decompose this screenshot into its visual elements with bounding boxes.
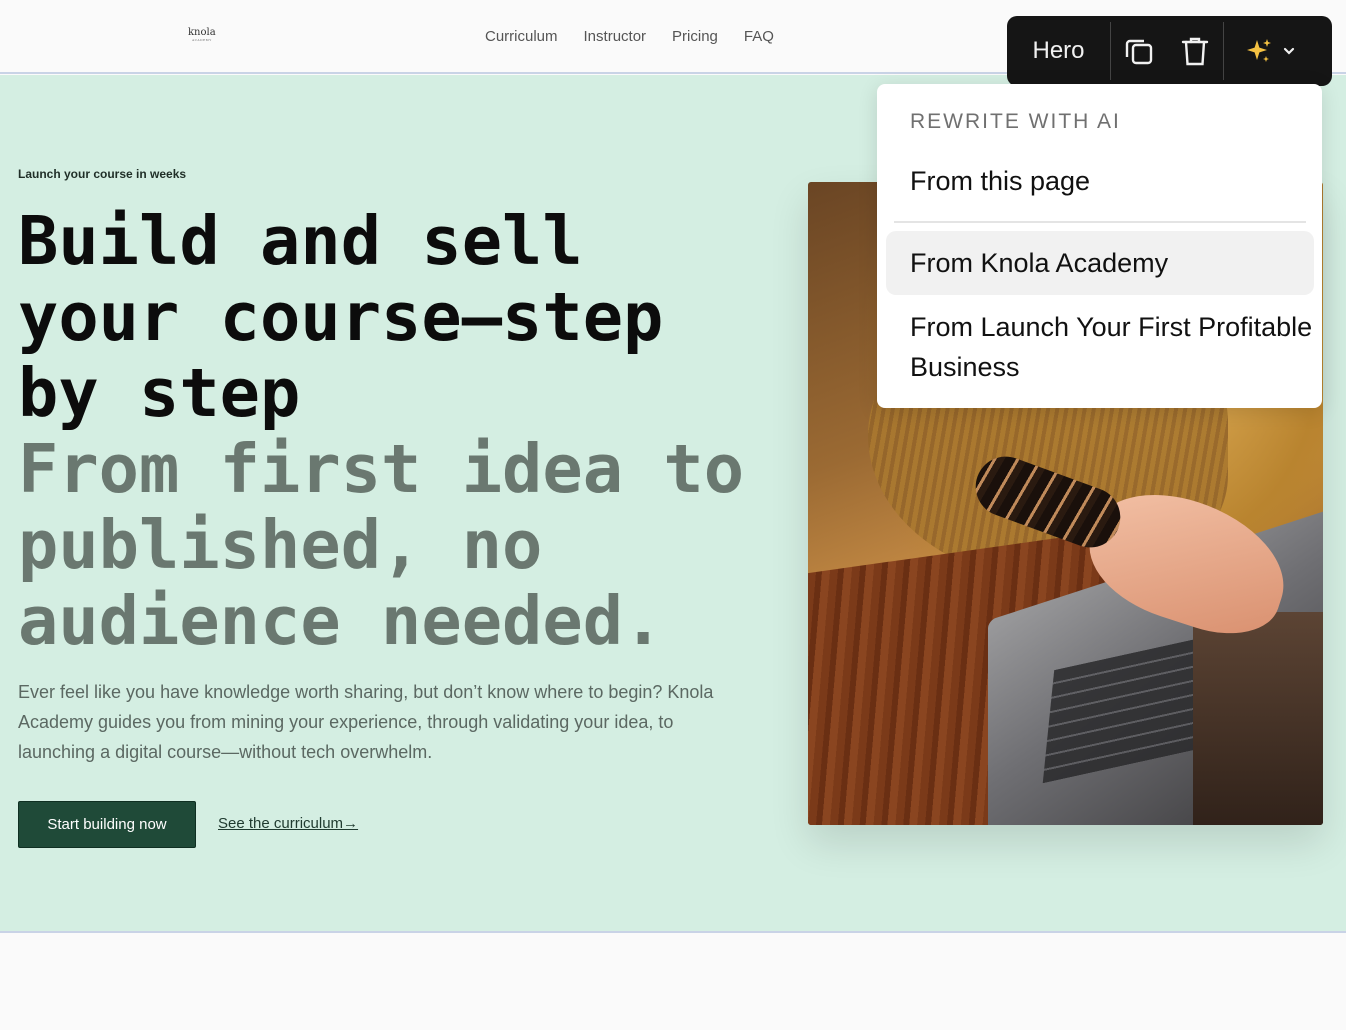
menu-header: REWRITE WITH AI [910,110,1121,133]
nav-link-faq[interactable]: FAQ [744,27,774,47]
main-nav: Curriculum Instructor Pricing FAQ [485,27,774,47]
logo[interactable]: knola ACADEMY [188,27,216,43]
ai-rewrite-button[interactable] [1224,16,1316,86]
duplicate-button[interactable] [1111,16,1167,86]
ai-rewrite-menu: REWRITE WITH AI From this page From Knol… [877,84,1322,408]
image-laptop-lid [1193,612,1323,825]
hero-subheadline: From first idea to published, no audienc… [18,430,745,660]
nav-link-curriculum[interactable]: Curriculum [485,27,558,47]
hero-headline: Build and sell your course—step by step … [18,203,758,659]
hero-eyebrow: Launch your course in weeks [18,167,187,181]
trash-icon [1181,37,1209,66]
start-building-button[interactable]: Start building now [18,801,196,848]
next-section [0,934,1346,1030]
menu-item-from-this-page[interactable]: From this page [886,161,1314,201]
menu-item-from-knola-academy[interactable]: From Knola Academy [886,231,1314,295]
menu-divider [894,221,1306,223]
chevron-down-icon [1283,47,1295,55]
section-label: Hero [1032,37,1085,64]
see-curriculum-link[interactable]: See the curriculum→ [218,815,358,832]
hero-description: Ever feel like you have knowledge worth … [18,682,714,762]
duplicate-icon [1125,39,1153,65]
hero-headline-main: Build and sell your course—step by step [18,202,664,432]
logo-subtext: ACADEMY [191,38,212,42]
section-editor-toolbar: Hero [1007,16,1332,86]
delete-button[interactable] [1167,16,1223,86]
nav-link-instructor[interactable]: Instructor [584,27,647,47]
menu-item-from-launch-business[interactable]: From Launch Your First Profitable Busine… [886,307,1314,387]
nav-link-pricing[interactable]: Pricing [672,27,718,47]
logo-text: knola [188,27,216,38]
sparkles-icon [1247,39,1271,62]
